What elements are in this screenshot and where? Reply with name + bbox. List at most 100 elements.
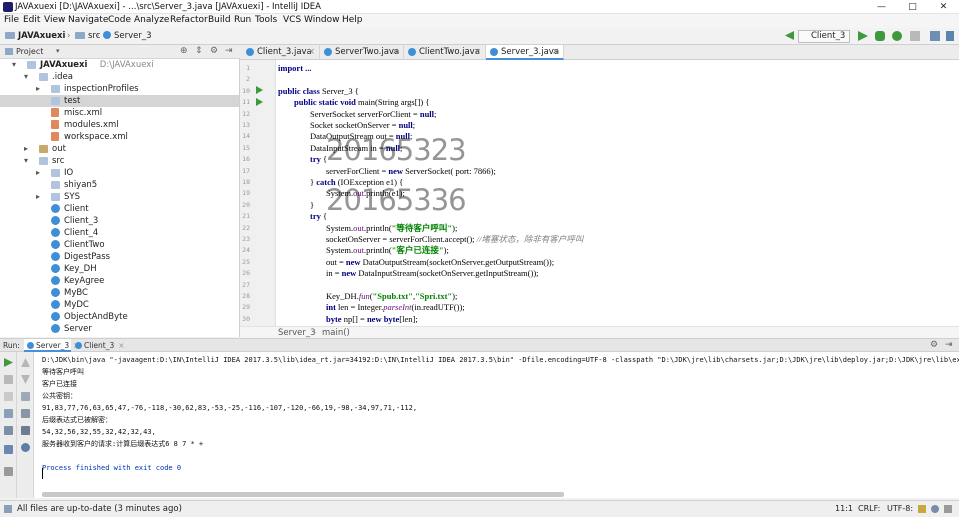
menu-window[interactable]: Window (304, 15, 340, 25)
run-tab-server-3[interactable]: Server_3× (24, 339, 79, 352)
settings-icon[interactable] (4, 426, 13, 435)
chevron-icon[interactable]: ▸ (36, 191, 40, 203)
chevron-icon[interactable]: ▾ (24, 155, 28, 167)
close-tab-icon[interactable]: × (392, 45, 399, 60)
menu-navigate[interactable]: Navigate (68, 15, 108, 25)
close-tab-icon[interactable]: × (552, 45, 559, 60)
tree-item[interactable]: test (0, 95, 239, 107)
line-separator[interactable]: CRLF: (858, 504, 880, 513)
stop-icon[interactable] (910, 31, 920, 41)
chevron-down-icon[interactable]: ▾ (56, 47, 60, 55)
tab-server-two[interactable]: ServerTwo.java × (320, 45, 404, 60)
coverage-icon[interactable] (892, 31, 902, 41)
debug-icon[interactable] (875, 31, 885, 41)
down-arrow-icon[interactable] (21, 375, 30, 384)
locate-icon[interactable]: ⊕ (180, 46, 188, 56)
menu-edit[interactable]: Edit (23, 15, 40, 25)
tree-item[interactable]: Key_DH (0, 263, 239, 275)
layout-icon[interactable] (4, 445, 13, 454)
breadcrumb-file[interactable]: Server_3 (103, 31, 152, 41)
clear-icon[interactable] (21, 443, 30, 452)
hide-icon[interactable]: ⇥ (225, 46, 233, 56)
chevron-icon[interactable]: ▾ (24, 71, 28, 83)
menu-refactor[interactable]: Refactor (170, 15, 208, 25)
tab-server-3[interactable]: Server_3.java × (486, 45, 564, 60)
tree-item[interactable]: Client (0, 203, 239, 215)
close-tab-icon[interactable]: × (474, 45, 481, 60)
tree-item[interactable]: ▸ out (0, 143, 239, 155)
tree-item[interactable]: ▾ .idea (0, 71, 239, 83)
tree-item[interactable]: ObjectAndByte (0, 311, 239, 323)
rerun-icon[interactable] (4, 358, 13, 367)
console-output[interactable]: D:\JDK\bin\java "-javaagent:D:\IN\Intell… (34, 352, 959, 498)
file-encoding[interactable]: UTF-8: (887, 504, 913, 513)
tree-item[interactable]: DigestPass (0, 251, 239, 263)
tree-item[interactable]: ▸ SYS (0, 191, 239, 203)
tree-item[interactable]: Client_4 (0, 227, 239, 239)
tab-client-3[interactable]: Client_3.java × (242, 45, 320, 60)
stop-icon[interactable] (4, 375, 13, 384)
sdk-icon[interactable] (946, 31, 954, 41)
tree-item[interactable]: ▸ inspectionProfiles (0, 83, 239, 95)
minimize-button[interactable]: — (866, 0, 897, 14)
run-configuration-select[interactable]: Client_3 ▾ (798, 30, 850, 51)
hide-icon[interactable]: ⇥ (945, 340, 953, 350)
tree-item[interactable]: KeyAgree (0, 275, 239, 287)
menu-vcs[interactable]: VCS (283, 15, 301, 25)
tab-client-two[interactable]: ClientTwo.java × (404, 45, 486, 60)
menu-file[interactable]: File (4, 15, 19, 25)
tree-item[interactable]: Client_3 (0, 215, 239, 227)
menu-analyze[interactable]: Analyze (134, 15, 169, 25)
tree-item-path: D:\JAVAxuexi (99, 60, 154, 70)
pause-icon[interactable] (4, 392, 13, 401)
tree-item[interactable]: ▾ src (0, 155, 239, 167)
back-arrow-icon[interactable] (785, 31, 794, 40)
close-tab-icon[interactable]: × (118, 341, 124, 350)
project-view-label[interactable]: Project (16, 47, 43, 56)
scroll-to-end-icon[interactable] (21, 409, 30, 418)
tool-windows-icon[interactable] (4, 505, 12, 513)
crumb-method[interactable]: main() (322, 328, 350, 338)
crumb-class[interactable]: Server_3 (278, 328, 316, 338)
gear-icon[interactable]: ⚙ (930, 340, 938, 350)
tree-item[interactable]: workspace.xml (0, 131, 239, 143)
menu-tools[interactable]: Tools (255, 15, 277, 25)
menu-code[interactable]: Code (108, 15, 131, 25)
soft-wrap-icon[interactable] (21, 392, 30, 401)
run-icon[interactable] (858, 31, 868, 41)
close-button[interactable]: ✕ (928, 0, 959, 14)
inspector-icon[interactable] (931, 505, 939, 513)
chevron-icon[interactable]: ▸ (24, 143, 28, 155)
chevron-icon[interactable]: ▸ (36, 83, 40, 95)
tree-item[interactable]: ▾ JAVAxuexi D:\JAVAxuexi (0, 59, 239, 71)
tree-item[interactable]: Server (0, 323, 239, 335)
lock-icon[interactable] (918, 505, 926, 513)
breadcrumb-project[interactable]: JAVAxuexi (5, 31, 65, 41)
chevron-icon[interactable]: ▸ (36, 167, 40, 179)
tree-item[interactable]: ClientTwo (0, 239, 239, 251)
collapse-icon[interactable]: ⇕ (195, 46, 203, 56)
tree-item[interactable]: modules.xml (0, 119, 239, 131)
close-tab-icon[interactable]: × (308, 45, 315, 60)
maximize-button[interactable]: □ (897, 0, 928, 14)
menu-run[interactable]: Run (234, 15, 251, 25)
menu-help[interactable]: Help (342, 15, 363, 25)
print-icon[interactable] (21, 426, 30, 435)
tree-item[interactable]: misc.xml (0, 107, 239, 119)
gear-icon[interactable]: ⚙ (210, 46, 218, 56)
caret-position[interactable]: 11:1 (835, 504, 853, 513)
pin-icon[interactable] (4, 467, 13, 476)
run-tab-client-3[interactable]: Client_3 × (72, 339, 125, 352)
chevron-icon[interactable]: ▾ (12, 59, 16, 71)
tree-item[interactable]: MyDC (0, 299, 239, 311)
up-arrow-icon[interactable] (21, 358, 30, 367)
dump-threads-icon[interactable] (4, 409, 13, 418)
project-structure-icon[interactable] (930, 31, 940, 41)
tree-item[interactable]: MyBC (0, 287, 239, 299)
menu-build[interactable]: Build (208, 15, 231, 25)
tree-item[interactable]: ▸ IO (0, 167, 239, 179)
horizontal-scrollbar[interactable] (42, 492, 564, 497)
tree-item[interactable]: shiyan5 (0, 179, 239, 191)
menu-view[interactable]: View (44, 15, 65, 25)
event-log-icon[interactable] (944, 505, 952, 513)
